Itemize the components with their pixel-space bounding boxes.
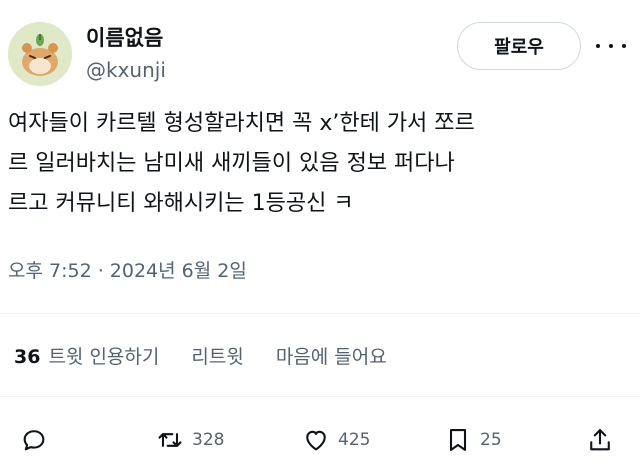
tweet-line: 르고 커뮤니티 와해시키는 1등공신 ㅋ <box>8 191 354 216</box>
tweet-line: 르 일러바치는 남미새 새끼들이 있음 정보 퍼다나 <box>8 151 455 176</box>
avatar[interactable] <box>8 22 72 86</box>
tweet-timestamp[interactable]: 오후 7:52 · 2024년 6월 2일 <box>8 256 247 283</box>
divider <box>0 396 640 397</box>
quote-count: 36 <box>14 346 41 368</box>
more-icon[interactable] <box>596 34 626 58</box>
tweet-stats: 36 트윗 인용하기 리트윗 마음에 들어요 <box>14 342 387 369</box>
action-bar: 328 425 25 <box>0 420 640 460</box>
quote-label: 트윗 인용하기 <box>48 346 160 368</box>
divider <box>0 313 640 314</box>
more-dot <box>609 44 613 48</box>
author-handle[interactable]: @kxunji <box>86 58 166 82</box>
share-icon <box>590 429 610 451</box>
reply-icon <box>23 430 45 451</box>
bookmark-icon <box>449 429 467 451</box>
author-display-name[interactable]: 이름없음 <box>86 22 163 52</box>
share-button[interactable] <box>586 420 614 460</box>
tweet-text: 여자들이 카르텔 형성할라치면 꼭 x’한테 가서 쪼르 르 일러바치는 남미새… <box>8 104 628 224</box>
retweet-icon <box>158 433 182 447</box>
more-dot <box>596 44 600 48</box>
like-count: 425 <box>338 430 371 450</box>
bookmark-button[interactable]: 25 <box>444 420 502 460</box>
heart-icon <box>306 430 326 451</box>
reply-button[interactable] <box>20 420 48 460</box>
retweet-count: 328 <box>192 430 225 450</box>
retweets-stat[interactable]: 리트윗 <box>191 342 243 369</box>
likes-stat[interactable]: 마음에 들어요 <box>276 342 387 369</box>
retweet-button[interactable]: 328 <box>156 420 224 460</box>
bookmark-count: 25 <box>480 430 502 450</box>
quote-stat[interactable]: 36 트윗 인용하기 <box>14 342 159 369</box>
like-button[interactable]: 425 <box>302 420 370 460</box>
more-dot <box>622 44 626 48</box>
hamster-avatar-icon <box>8 22 72 86</box>
follow-button[interactable]: 팔로우 <box>457 22 581 70</box>
tweet-line: 여자들이 카르텔 형성할라치면 꼭 x’한테 가서 쪼르 <box>8 111 475 136</box>
